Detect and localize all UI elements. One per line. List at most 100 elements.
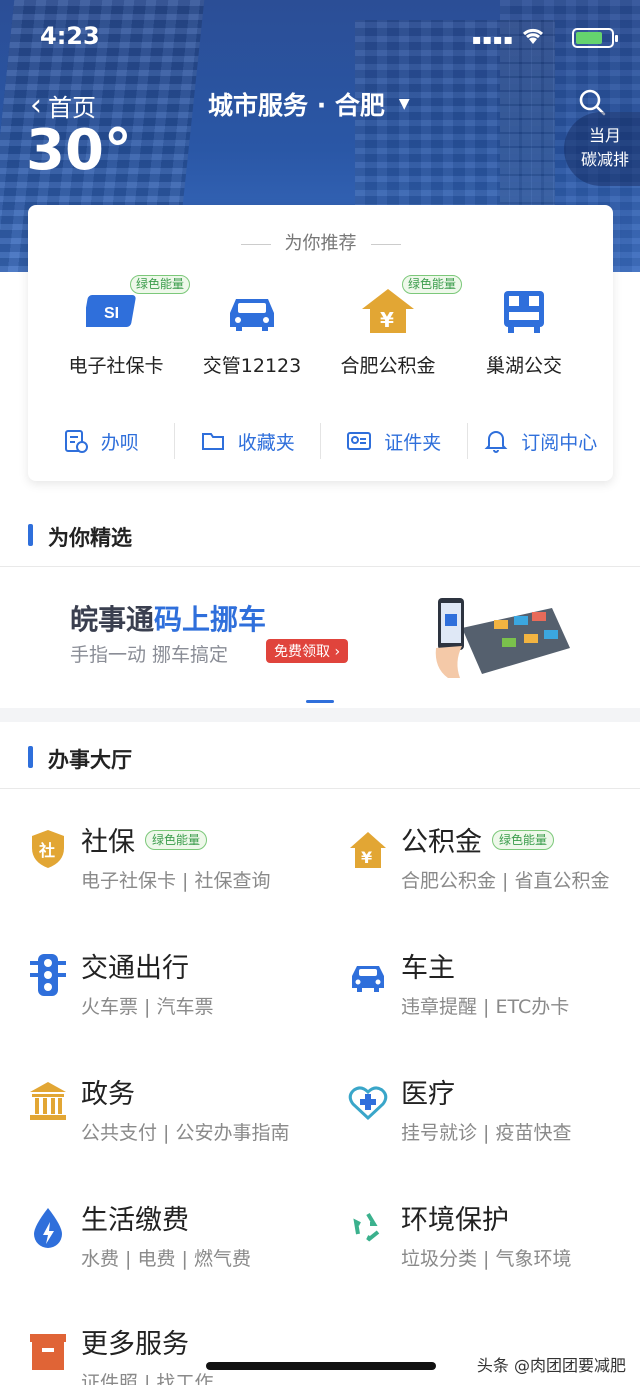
water-drop-icon (28, 1204, 68, 1250)
city-selector[interactable]: 城市服务 · 合肥 ▼ (208, 86, 410, 122)
id-card-icon (347, 432, 372, 450)
bus-qr-icon (494, 285, 554, 337)
service-more[interactable]: 更多服务 证件照 | 找工作 (28, 1322, 338, 1385)
caret-down-icon: ▼ (398, 96, 410, 112)
service-desc: 电子社保卡 | 社保查询 (81, 870, 271, 892)
service-name: 社保 (81, 827, 135, 858)
housing-fund-icon: ¥ (348, 826, 388, 872)
service-name-row: 社保 绿色能量 (81, 820, 208, 859)
banner-claim-button[interactable]: 免费领取 › (266, 639, 349, 663)
car-icon (222, 285, 282, 337)
battery-icon (572, 28, 618, 48)
service-name-row: 政务 (81, 1072, 135, 1111)
carbon-label-1: 当月 (588, 126, 621, 145)
recommend-item-label: 合肥公积金 (340, 355, 436, 377)
section-title-hall: 办事大厅 (28, 744, 132, 774)
tool-label: 证件夹 (384, 431, 442, 454)
service-medical[interactable]: 医疗 挂号就诊 | 疫苗快查 (348, 1072, 640, 1162)
recycle-icon (348, 1204, 388, 1250)
service-name-row: 医疗 (401, 1072, 455, 1111)
page-title: 城市服务 · 合肥 (208, 91, 385, 120)
recommend-heading: 为你推荐 (28, 229, 613, 255)
recommend-item-social-card[interactable]: SI 绿色能量 电子社保卡 (46, 275, 191, 378)
service-name: 环境保护 (401, 1205, 509, 1236)
svg-text:社: 社 (38, 841, 55, 860)
service-name: 交通出行 (81, 953, 189, 984)
green-energy-badge: 绿色能量 (145, 829, 208, 850)
service-name: 医疗 (401, 1079, 455, 1110)
recommend-item-label: 交管12123 (202, 355, 302, 377)
svg-text:¥: ¥ (380, 308, 394, 332)
service-name-row: 生活缴费 (81, 1198, 189, 1237)
banner-title: 皖事通码上挪车 (70, 598, 266, 638)
wifi-icon (520, 26, 546, 52)
recommend-item-traffic[interactable]: 交管12123 (182, 285, 322, 378)
tool-label: 办呗 (100, 431, 139, 454)
service-name: 政务 (81, 1079, 135, 1110)
service-name: 更多服务 (81, 1329, 189, 1360)
recommend-item-label: 电子社保卡 (68, 355, 164, 377)
service-name-row: 公积金 绿色能量 (401, 820, 555, 859)
service-desc: 违章提醒 | ETC办卡 (401, 996, 570, 1018)
status-bar: 4:23 ▪▪▪▪ (40, 22, 618, 56)
service-housing-fund[interactable]: ¥ 公积金 绿色能量 合肥公积金 | 省直公积金 (348, 820, 640, 910)
medical-heart-icon (348, 1078, 388, 1124)
traffic-light-icon (28, 952, 68, 998)
recommend-item-housing-fund[interactable]: ¥ 绿色能量 合肥公积金 (318, 275, 463, 378)
signal-icon: ▪▪▪▪ (472, 32, 514, 48)
service-desc: 合肥公积金 | 省直公积金 (401, 870, 610, 892)
home-indicator[interactable] (206, 1362, 436, 1370)
service-name-row: 交通出行 (81, 946, 189, 985)
government-building-icon (28, 1078, 68, 1124)
recommend-item-bus[interactable]: 巢湖公交 (454, 285, 594, 378)
recommend-card: 为你推荐 SI 绿色能量 电子社保卡 交管12123 ¥ 绿色能量 合肥公积金 … (28, 205, 613, 481)
task-icon (64, 430, 88, 453)
banner-subtitle: 手指一动 挪车搞定 (70, 644, 229, 666)
tool-banbei[interactable]: 办呗 (28, 423, 175, 459)
tool-label: 订阅中心 (521, 431, 598, 454)
tool-label: 收藏夹 (237, 431, 295, 454)
recommend-item-label: 巢湖公交 (485, 355, 562, 377)
status-time: 4:23 (40, 22, 100, 50)
service-name: 生活缴费 (81, 1205, 189, 1236)
service-utilities[interactable]: 生活缴费 水费 | 电费 | 燃气费 (28, 1198, 338, 1288)
divider (0, 566, 640, 567)
parking-illustration (432, 588, 572, 688)
svg-text:¥: ¥ (361, 848, 372, 867)
service-desc: 垃圾分类 | 气象环境 (401, 1248, 572, 1270)
service-transport[interactable]: 交通出行 火车票 | 汽车票 (28, 946, 338, 1036)
watermark: 头条 @肉团团要减肥 (476, 1356, 626, 1375)
green-energy-badge: 绿色能量 (130, 275, 191, 294)
service-name: 车主 (401, 953, 455, 984)
service-desc: 证件照 | 找工作 (81, 1372, 214, 1385)
service-government[interactable]: 政务 公共支付 | 公安办事指南 (28, 1072, 338, 1162)
tool-subscriptions[interactable]: 订阅中心 (468, 423, 614, 459)
section-title-featured: 为你精选 (28, 522, 132, 552)
folder-icon (201, 433, 224, 450)
carbon-reduction-button[interactable]: 当月 碳减排 (564, 112, 640, 186)
service-desc: 火车票 | 汽车票 (81, 996, 214, 1018)
service-name-row: 环境保护 (401, 1198, 509, 1237)
carbon-label-2: 碳减排 (580, 150, 629, 169)
bell-icon (484, 431, 508, 453)
shield-icon: 社 (28, 826, 68, 872)
service-name-row: 更多服务 (81, 1322, 189, 1361)
service-social-security[interactable]: 社 社保 绿色能量 电子社保卡 | 社保查询 (28, 820, 338, 910)
service-name: 公积金 (401, 827, 482, 858)
service-car-owner[interactable]: 车主 违章提醒 | ETC办卡 (348, 946, 640, 1036)
promo-banner[interactable]: 皖事通码上挪车 手指一动 挪车搞定 免费领取 › (0, 568, 640, 708)
service-name-row: 车主 (401, 946, 455, 985)
divider (0, 788, 640, 789)
housing-fund-icon: ¥ 绿色能量 (358, 275, 463, 337)
service-environment[interactable]: 环境保护 垃圾分类 | 气象环境 (348, 1198, 640, 1288)
carousel-indicator (306, 700, 334, 703)
quick-tools: 办呗 收藏夹 证件夹 订阅中心 (28, 423, 613, 459)
green-energy-badge: 绿色能量 (492, 829, 555, 850)
car-icon (348, 952, 388, 998)
tool-favorites[interactable]: 收藏夹 (175, 423, 321, 459)
tool-id-wallet[interactable]: 证件夹 (321, 423, 468, 459)
social-security-card-icon: SI 绿色能量 (83, 275, 191, 337)
box-icon (28, 1328, 68, 1374)
service-desc: 挂号就诊 | 疫苗快查 (401, 1122, 572, 1144)
banner-title-a: 皖事通 (70, 603, 155, 636)
